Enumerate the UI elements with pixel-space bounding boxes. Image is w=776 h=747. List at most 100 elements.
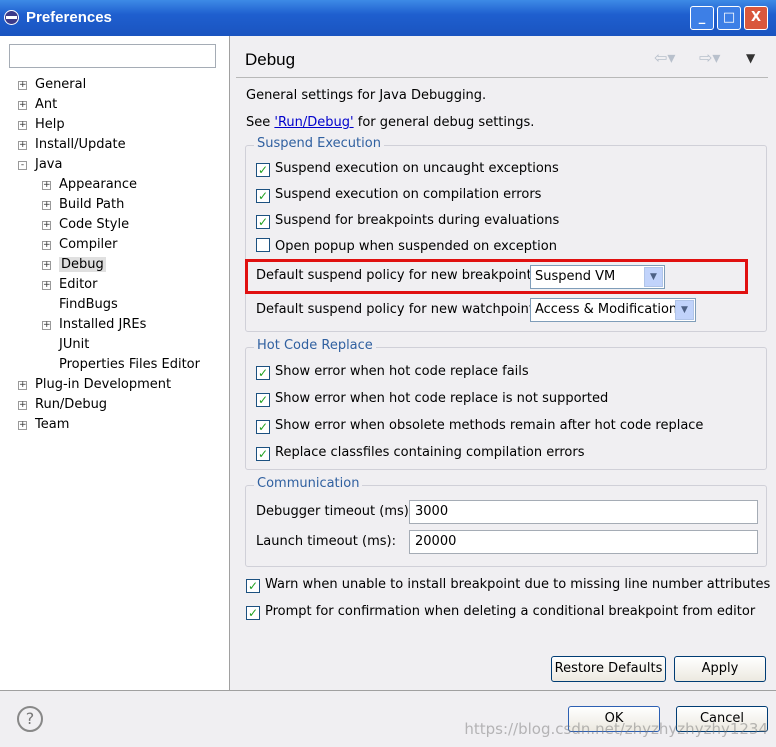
checkbox-icon[interactable]: ✓ [246,606,260,620]
tree-item-label: Editor [59,277,98,292]
title-separator [236,77,768,78]
tree-item[interactable]: + Ant [18,95,57,115]
expand-icon[interactable]: + [18,141,27,150]
preference-tree-panel: + General + Ant + Help + Install/Update - Java + Ap… [0,36,230,690]
expand-icon[interactable]: + [18,121,27,130]
tree-item-label: Build Path [59,197,125,212]
checkbox-label: Show error when hot code replace fails [275,364,529,379]
tree-item-label: Appearance [59,177,138,192]
tree-item[interactable]: + Build Path [42,195,124,215]
checkbox-option[interactable]: ✓ Warn when unable to install breakpoint … [246,575,770,595]
tree-item-label: Installed JREs [59,317,147,332]
close-button[interactable]: X [744,6,768,30]
checkbox-icon[interactable]: ✓ [246,579,260,593]
checkbox-icon[interactable]: ✓ [256,393,270,407]
checkbox-option[interactable]: ✓ Suspend for breakpoints during evaluati… [256,211,559,231]
checkbox-option[interactable]: ✓ Replace classfiles containing compilati… [256,443,585,463]
expand-icon[interactable]: + [18,381,27,390]
tree-item[interactable]: + Installed JREs [42,315,146,335]
tree-item[interactable]: + Editor [42,275,97,295]
preference-page: Debug ⇦▾ ⇨▾ ▼ General settings for Java … [231,36,776,690]
tree-item[interactable]: Properties Files Editor [42,355,200,375]
expand-icon[interactable]: + [42,321,51,330]
checkbox-label: Show error when obsolete methods remain … [275,418,704,433]
expand-icon[interactable]: + [42,181,51,190]
tree-item-label: General [35,77,87,92]
minimize-button[interactable]: _ [690,6,714,30]
tree-item[interactable]: + Help [18,115,65,135]
expand-icon[interactable]: + [42,241,51,250]
tree-item-label: Debug [59,257,106,272]
expand-icon[interactable]: + [42,201,51,210]
watermark: https://blog.csdn.net/zhyzhyzhyzhy1234 [464,720,768,738]
tree-item-label: Help [35,117,65,132]
checkbox-option[interactable]: ✓ Prompt for confirmation when deleting a… [246,602,755,622]
tree-item[interactable]: + Compiler [42,235,118,255]
filter-input[interactable] [9,44,216,68]
tree-item[interactable]: + Appearance [42,175,137,195]
dialog-body: + General + Ant + Help + Install/Update - Java + Ap… [0,36,776,747]
tree-item-label: Compiler [59,237,118,252]
expand-icon[interactable]: + [18,401,27,410]
checkbox-icon[interactable]: ✓ [256,447,270,461]
group-label: Hot Code Replace [254,338,376,353]
checkbox-option[interactable]: ✓ Suspend execution on uncaught exception… [256,159,559,179]
chevron-down-icon: ▼ [675,300,694,320]
expand-icon[interactable]: + [42,261,51,270]
checkbox-label: Suspend execution on uncaught exceptions [275,161,559,176]
expand-icon[interactable]: + [18,101,27,110]
collapse-icon[interactable]: - [18,161,27,170]
checkbox-option[interactable]: ✓ Suspend execution on compilation errors [256,185,541,205]
expand-icon[interactable]: + [42,281,51,290]
suspend-execution-group: Suspend Execution ✓ Suspend execution on … [245,136,767,332]
checkbox-icon[interactable]: ✓ [256,215,270,229]
tree-item-label: Run/Debug [35,397,108,412]
footer-separator [0,690,776,691]
back-arrow-icon[interactable]: ⇦▾ [654,48,675,67]
tree-item[interactable]: + General [18,75,86,95]
tree-item[interactable]: + Team [18,415,69,435]
tree-item-label: Properties Files Editor [59,357,200,372]
debugger-timeout-label: Debugger timeout (ms): [256,504,414,519]
tree-item[interactable]: - Java [18,155,62,175]
group-label: Communication [254,476,363,491]
tree-item[interactable]: FindBugs [42,295,118,315]
help-icon[interactable]: ? [17,706,43,732]
run-debug-link[interactable]: 'Run/Debug' [274,115,353,130]
hot-code-replace-group: Hot Code Replace ✓ Show error when hot co… [245,338,767,470]
checkbox-icon[interactable] [256,238,270,252]
highlight-box [245,259,748,294]
checkbox-option[interactable]: ✓ Show error when obsolete methods remain… [256,416,703,436]
checkbox-option[interactable]: ✓ Show error when hot code replace is not… [256,389,608,409]
maximize-button[interactable]: □ [717,6,741,30]
page-description: General settings for Java Debugging. [246,88,487,103]
watchpoint-policy-select[interactable]: Access & Modification ▼ [530,298,696,322]
expand-icon[interactable]: + [42,221,51,230]
tree-item-label: Plug-in Development [35,377,172,392]
restore-defaults-button[interactable]: Restore Defaults [551,656,666,682]
launch-timeout-input[interactable]: 20000 [409,530,758,554]
tree-item[interactable]: + Install/Update [18,135,126,155]
tree-item[interactable]: + Run/Debug [18,395,107,415]
debugger-timeout-input[interactable]: 3000 [409,500,758,524]
checkbox-option[interactable]: Open popup when suspended on exception [256,237,557,257]
checkbox-icon[interactable]: ✓ [256,189,270,203]
apply-button[interactable]: Apply [674,656,766,682]
checkbox-icon[interactable]: ✓ [256,366,270,380]
checkbox-label: Warn when unable to install breakpoint d… [265,577,771,592]
view-menu-icon[interactable]: ▼ [746,51,755,65]
forward-arrow-icon[interactable]: ⇨▾ [699,48,720,67]
checkbox-label: Replace classfiles containing compilatio… [275,445,585,460]
expand-icon[interactable]: + [18,421,27,430]
tree-item[interactable]: JUnit [42,335,89,355]
tree-item[interactable]: + Debug [42,255,106,275]
tree-item[interactable]: + Code Style [42,215,129,235]
checkbox-icon[interactable]: ✓ [256,163,270,177]
expand-icon[interactable]: + [18,81,27,90]
tree-item-label: Install/Update [35,137,126,152]
tree-item-label: Code Style [59,217,130,232]
checkbox-icon[interactable]: ✓ [256,420,270,434]
launch-timeout-label: Launch timeout (ms): [256,534,396,549]
checkbox-option[interactable]: ✓ Show error when hot code replace fails [256,362,529,382]
tree-item[interactable]: + Plug-in Development [18,375,171,395]
